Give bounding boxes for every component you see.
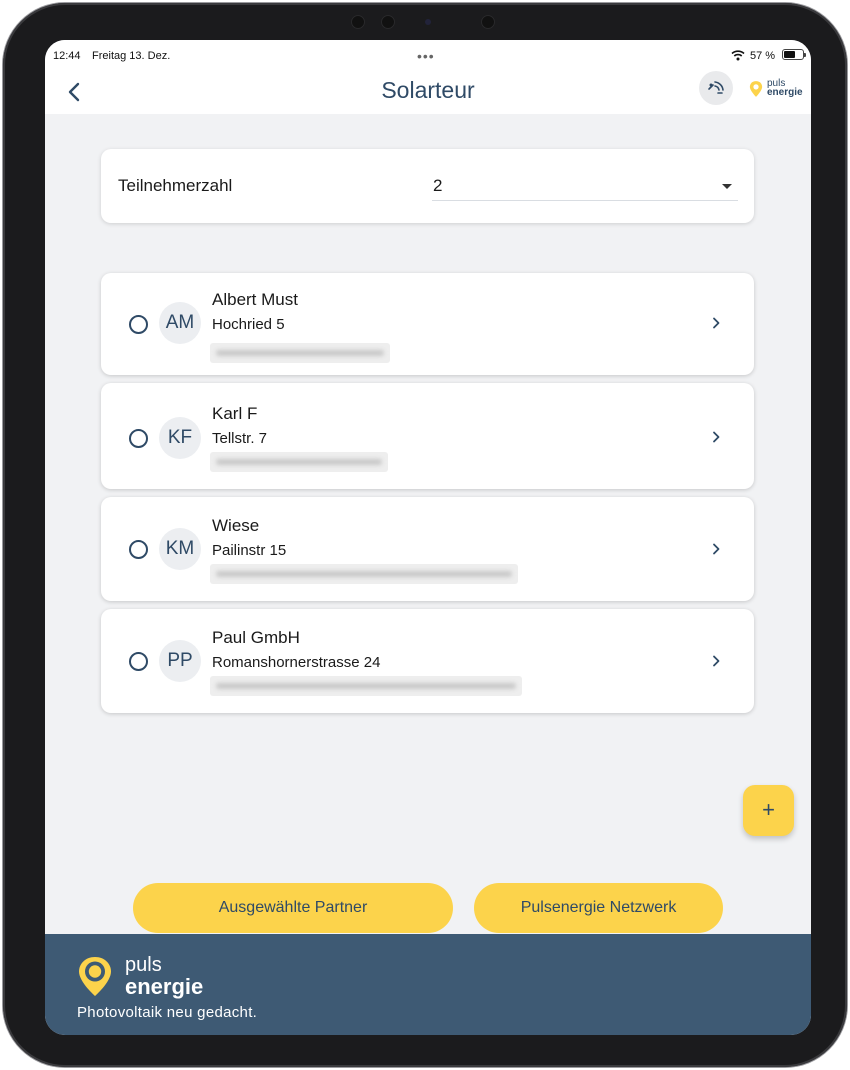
add-partner-button[interactable]: +: [743, 785, 794, 836]
radio-button[interactable]: [129, 652, 148, 671]
tablet-frame: 12:44 Freitag 13. Dez. ••• 57 % Solarteu…: [3, 3, 847, 1067]
sensor-dot: [381, 15, 395, 29]
footer-banner: puls energie Photovoltaik neu gedacht.: [45, 934, 811, 1035]
partner-name: Wiese: [212, 516, 260, 535]
pin-logo-icon: [749, 81, 763, 97]
sensor-dot: [481, 15, 495, 29]
selected-partners-button[interactable]: Ausgewählte Partner: [133, 883, 453, 933]
participants-value: 2: [433, 176, 443, 195]
avatar: KF: [159, 417, 201, 459]
connection-button[interactable]: [699, 71, 733, 105]
sensor-dot: [351, 15, 365, 29]
redacted-address: [210, 676, 522, 696]
avatar: AM: [159, 302, 201, 344]
battery-icon: [782, 49, 806, 60]
wifi-icon: [731, 50, 745, 61]
partner-name: Paul GmbH: [212, 628, 300, 647]
camera-bar: [351, 13, 501, 31]
redacted-address: [210, 343, 390, 363]
chevron-right-icon[interactable]: [709, 430, 723, 444]
radio-button[interactable]: [129, 540, 148, 559]
camera-lens: [425, 19, 431, 25]
footer-brand-puls: puls: [125, 954, 162, 976]
caret-down-icon: [722, 184, 732, 189]
partner-street: Tellstr. 7: [212, 430, 268, 447]
pin-logo-icon: [79, 957, 111, 996]
redacted-address: [210, 452, 388, 472]
avatar: KM: [159, 528, 201, 570]
chevron-right-icon[interactable]: [709, 316, 723, 330]
avatar: PP: [159, 640, 201, 682]
brand-logo: puls energie: [749, 79, 803, 101]
radio-button[interactable]: [129, 429, 148, 448]
battery-percent: 57 %: [750, 50, 776, 62]
radio-button[interactable]: [129, 315, 148, 334]
partner-card[interactable]: KF Karl F Tellstr. 7: [101, 383, 754, 489]
participants-select[interactable]: 2: [432, 171, 738, 201]
multitasking-dots[interactable]: •••: [417, 48, 435, 64]
redacted-address: [210, 564, 518, 584]
partner-name: Karl F: [212, 404, 258, 423]
chevron-right-icon[interactable]: [709, 654, 723, 668]
partner-street: Pailinstr 15: [212, 542, 287, 559]
partner-card[interactable]: AM Albert Must Hochried 5: [101, 273, 754, 375]
footer-tagline: Photovoltaik neu gedacht.: [77, 1004, 258, 1021]
status-date: Freitag 13. Dez.: [92, 50, 171, 62]
partner-card[interactable]: PP Paul GmbH Romanshornerstrasse 24: [101, 609, 754, 713]
brand-text: puls energie: [767, 79, 803, 98]
brand-word-energie: energie: [767, 87, 803, 98]
participants-label: Teilnehmerzahl: [118, 176, 233, 195]
partner-card[interactable]: KM Wiese Pailinstr 15: [101, 497, 754, 601]
participants-card: Teilnehmerzahl 2: [101, 149, 754, 223]
app-screen: 12:44 Freitag 13. Dez. ••• 57 % Solarteu…: [45, 40, 811, 1035]
signal-icon: [708, 81, 724, 94]
partner-street: Hochried 5: [212, 316, 285, 333]
partner-street: Romanshornerstrasse 24: [212, 654, 381, 671]
page-title: Solarteur: [381, 77, 475, 103]
footer-brand-energie: energie: [125, 974, 204, 999]
status-bar: 12:44 Freitag 13. Dez. ••• 57 %: [45, 40, 811, 70]
status-time: 12:44: [53, 50, 81, 62]
nav-bar: Solarteur puls energie: [45, 70, 811, 114]
pulsenergie-network-button[interactable]: Pulsenergie Netzwerk: [474, 883, 723, 933]
chevron-right-icon[interactable]: [709, 542, 723, 556]
partner-name: Albert Must: [212, 290, 298, 309]
